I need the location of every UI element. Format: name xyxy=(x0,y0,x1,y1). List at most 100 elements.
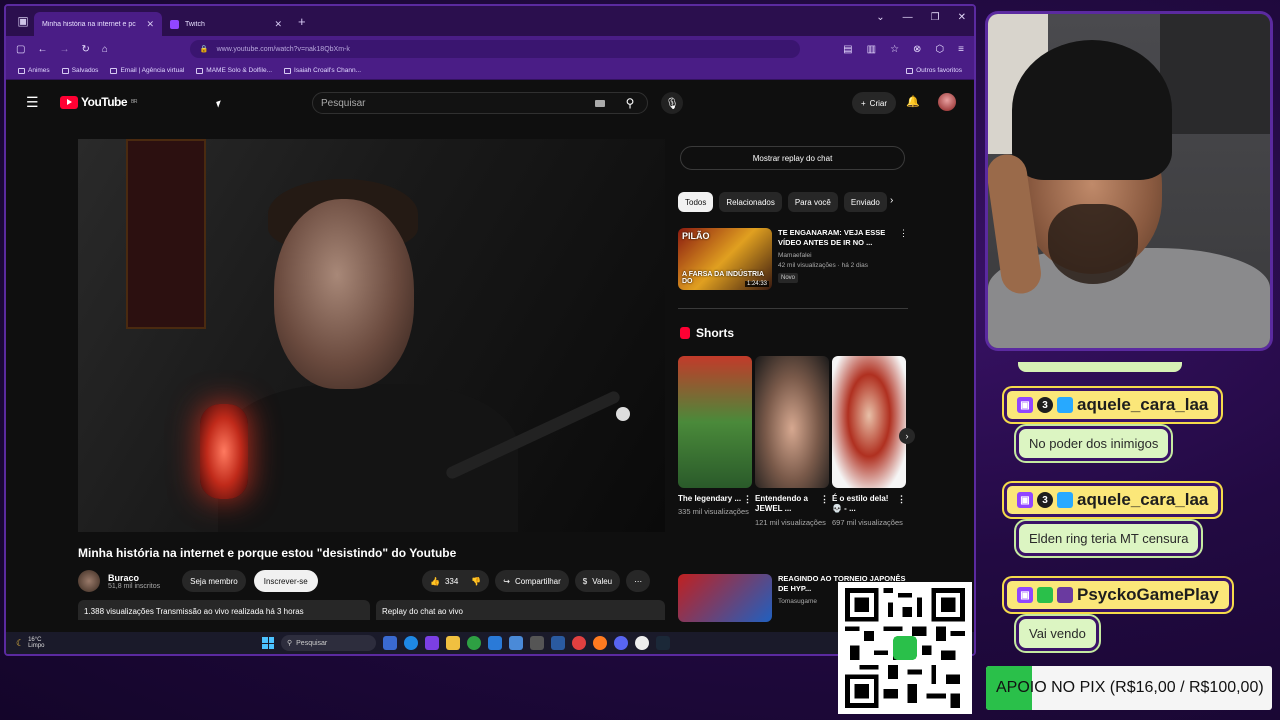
weather-widget[interactable]: ☾ 16°C Limpo xyxy=(16,637,44,649)
avatar[interactable] xyxy=(938,93,956,111)
screenshot-icon[interactable]: ▤ xyxy=(843,44,852,55)
weather-text: 16°C Limpo xyxy=(28,637,44,649)
recommended-title[interactable]: TE ENGANARAM: VEJA ESSE VÍDEO ANTES DE I… xyxy=(778,228,891,248)
mail-icon[interactable] xyxy=(509,636,523,650)
close-tab-icon[interactable]: ✕ xyxy=(146,19,154,30)
show-chat-replay-button[interactable]: Mostrar replay do chat xyxy=(680,146,905,170)
verified-badge-icon xyxy=(1037,587,1053,603)
file-explorer-icon[interactable] xyxy=(446,636,460,650)
description-box[interactable]: 1.388 visualizações Transmissão ao vivo … xyxy=(78,600,370,620)
bookmark-other-favorites[interactable]: Outros favoritos xyxy=(906,67,962,74)
minimize-icon[interactable]: — xyxy=(903,12,913,23)
video-thumbnail[interactable]: PILÃO A FARSA DA INDÚSTRIA DO 1:24:33 xyxy=(678,228,772,290)
bookmark-isaiah[interactable]: Isaiah Croall's Chann... xyxy=(284,67,361,74)
microphone-icon[interactable]: 🎙 xyxy=(661,92,683,114)
short-item[interactable]: The legendary ... ⋮ 335 mil visualizações xyxy=(678,356,752,528)
like-icon[interactable]: 👍 xyxy=(430,577,440,586)
tab-bar: ▣ Minha história na internet e pc ✕ Twit… xyxy=(6,6,974,91)
more-options-icon[interactable]: ⋮ xyxy=(897,494,906,506)
bookmark-animes[interactable]: Animes xyxy=(18,67,50,74)
recommended-channel[interactable]: Mamaefalei xyxy=(778,252,891,261)
video-player[interactable] xyxy=(78,139,665,532)
chrome-icon[interactable] xyxy=(572,636,586,650)
new-tab-icon[interactable]: + xyxy=(298,14,306,29)
edge-icon[interactable] xyxy=(404,636,418,650)
thanks-button[interactable]: $ Valeu xyxy=(574,570,621,592)
app-icon[interactable] xyxy=(530,636,544,650)
short-item[interactable]: Entendendo a JEWEL ... ⋮ 121 mil visualiz… xyxy=(755,356,829,528)
tab-actions-icon[interactable]: ▣ xyxy=(12,10,34,32)
more-options-icon[interactable]: ⋮ xyxy=(743,494,752,506)
url-field[interactable]: 🔒 www.youtube.com/watch?v=nak18QbXm-k xyxy=(189,40,800,58)
notifications-bell-icon[interactable]: 🔔 xyxy=(906,95,920,108)
site-info-icon[interactable]: 🔒 xyxy=(200,45,209,53)
extension-icon[interactable]: ⊗ xyxy=(913,44,921,55)
firefox-icon[interactable] xyxy=(593,636,607,650)
tab-list-icon[interactable]: ⌄ xyxy=(876,12,884,23)
short-title[interactable]: É o estilo dela! 💀 - ... ⋮ xyxy=(832,494,906,515)
channel-name[interactable]: Buraco xyxy=(108,573,160,583)
share-button[interactable]: ↪ Compartilhar xyxy=(495,570,569,592)
maximize-icon[interactable]: ❐ xyxy=(931,12,940,23)
live-chat-replay-header[interactable]: Replay do chat ao vivo xyxy=(376,600,665,620)
search-input[interactable]: Pesquisar xyxy=(321,98,365,109)
pix-goal-text: APOIO NO PIX (R$16,00 / R$100,00) xyxy=(996,679,1264,696)
chip-relacionados[interactable]: Relacionados xyxy=(719,192,782,212)
channel-avatar[interactable] xyxy=(78,570,100,592)
chevron-right-icon[interactable]: › xyxy=(890,195,893,206)
menu-icon[interactable]: ≡ xyxy=(958,44,964,55)
join-button[interactable]: Seja membro xyxy=(182,570,246,592)
tab-twitch[interactable]: Twitch ✕ xyxy=(162,12,290,36)
video-thumbnail[interactable] xyxy=(678,574,772,622)
back-icon[interactable]: ← xyxy=(37,44,47,55)
task-view-icon[interactable] xyxy=(383,636,397,650)
chip-todos[interactable]: Todos xyxy=(678,192,714,212)
subscribe-button[interactable]: Inscrever-se xyxy=(253,570,318,592)
forward-icon[interactable]: → xyxy=(59,44,69,55)
bookmark-email[interactable]: Email | Agência virtual xyxy=(110,67,184,74)
short-title[interactable]: Entendendo a JEWEL ... ⋮ xyxy=(755,494,829,515)
chevron-right-icon[interactable]: › xyxy=(899,428,915,444)
create-button[interactable]: + Criar xyxy=(852,92,897,114)
steam-icon[interactable] xyxy=(656,636,670,650)
chip-enviado[interactable]: Enviado xyxy=(843,192,887,212)
taskbar-search-label: Pesquisar xyxy=(296,639,328,647)
short-title[interactable]: The legendary ... ⋮ xyxy=(678,494,752,504)
short-thumbnail[interactable] xyxy=(832,356,906,488)
bookmark-salvados[interactable]: Salvados xyxy=(61,67,98,74)
discord-icon[interactable] xyxy=(614,636,628,650)
dislike-icon[interactable]: 👎 xyxy=(471,577,481,586)
more-actions-icon[interactable]: ⋯ xyxy=(626,570,651,592)
windows-start-icon[interactable] xyxy=(262,637,274,649)
more-options-icon[interactable]: ⋮ xyxy=(820,494,829,506)
short-item[interactable]: É o estilo dela! 💀 - ... ⋮ 697 mil visual… xyxy=(832,356,906,528)
store-icon[interactable] xyxy=(488,636,502,650)
short-thumbnail[interactable] xyxy=(678,356,752,488)
youtube-header: ☰ YouTube BR Pesquisar ⚲ 🎙 + Criar 🔔 xyxy=(6,82,974,122)
recommended-video[interactable]: PILÃO A FARSA DA INDÚSTRIA DO 1:24:33 TE… xyxy=(678,228,908,290)
keyboard-icon[interactable] xyxy=(595,99,605,107)
extensions-icon[interactable]: ⬡ xyxy=(935,44,944,55)
close-window-icon[interactable]: ✕ xyxy=(958,12,966,23)
search-box[interactable]: Pesquisar ⚲ xyxy=(312,92,648,114)
youtube-logo[interactable]: YouTube BR xyxy=(60,95,137,109)
app-icon[interactable] xyxy=(551,636,565,650)
app-icon[interactable] xyxy=(425,636,439,650)
hamburger-menu-icon[interactable]: ☰ xyxy=(26,94,46,111)
bookmark-star-icon[interactable]: ☆ xyxy=(890,44,899,55)
close-tab-icon[interactable]: ✕ xyxy=(274,19,282,30)
search-icon[interactable]: ⚲ xyxy=(613,93,647,113)
like-count[interactable]: 334 xyxy=(445,577,458,586)
tab-youtube[interactable]: Minha história na internet e pc ✕ xyxy=(6,12,162,91)
reader-icon[interactable]: ▥ xyxy=(867,44,876,55)
chip-para-voce[interactable]: Para você xyxy=(787,192,838,212)
xbox-icon[interactable] xyxy=(467,636,481,650)
more-options-icon[interactable]: ⋮ xyxy=(899,228,908,290)
home-icon[interactable]: ⌂ xyxy=(102,44,108,55)
taskbar-search[interactable]: ⚲ Pesquisar xyxy=(281,635,376,651)
short-thumbnail[interactable] xyxy=(755,356,829,488)
reload-icon[interactable]: ↻ xyxy=(81,44,89,55)
bookmark-mame[interactable]: MAME Solo & Dolfile... xyxy=(196,67,272,74)
obs-icon[interactable] xyxy=(635,636,649,650)
sidebar-toggle-icon[interactable]: ▢ xyxy=(16,44,25,55)
